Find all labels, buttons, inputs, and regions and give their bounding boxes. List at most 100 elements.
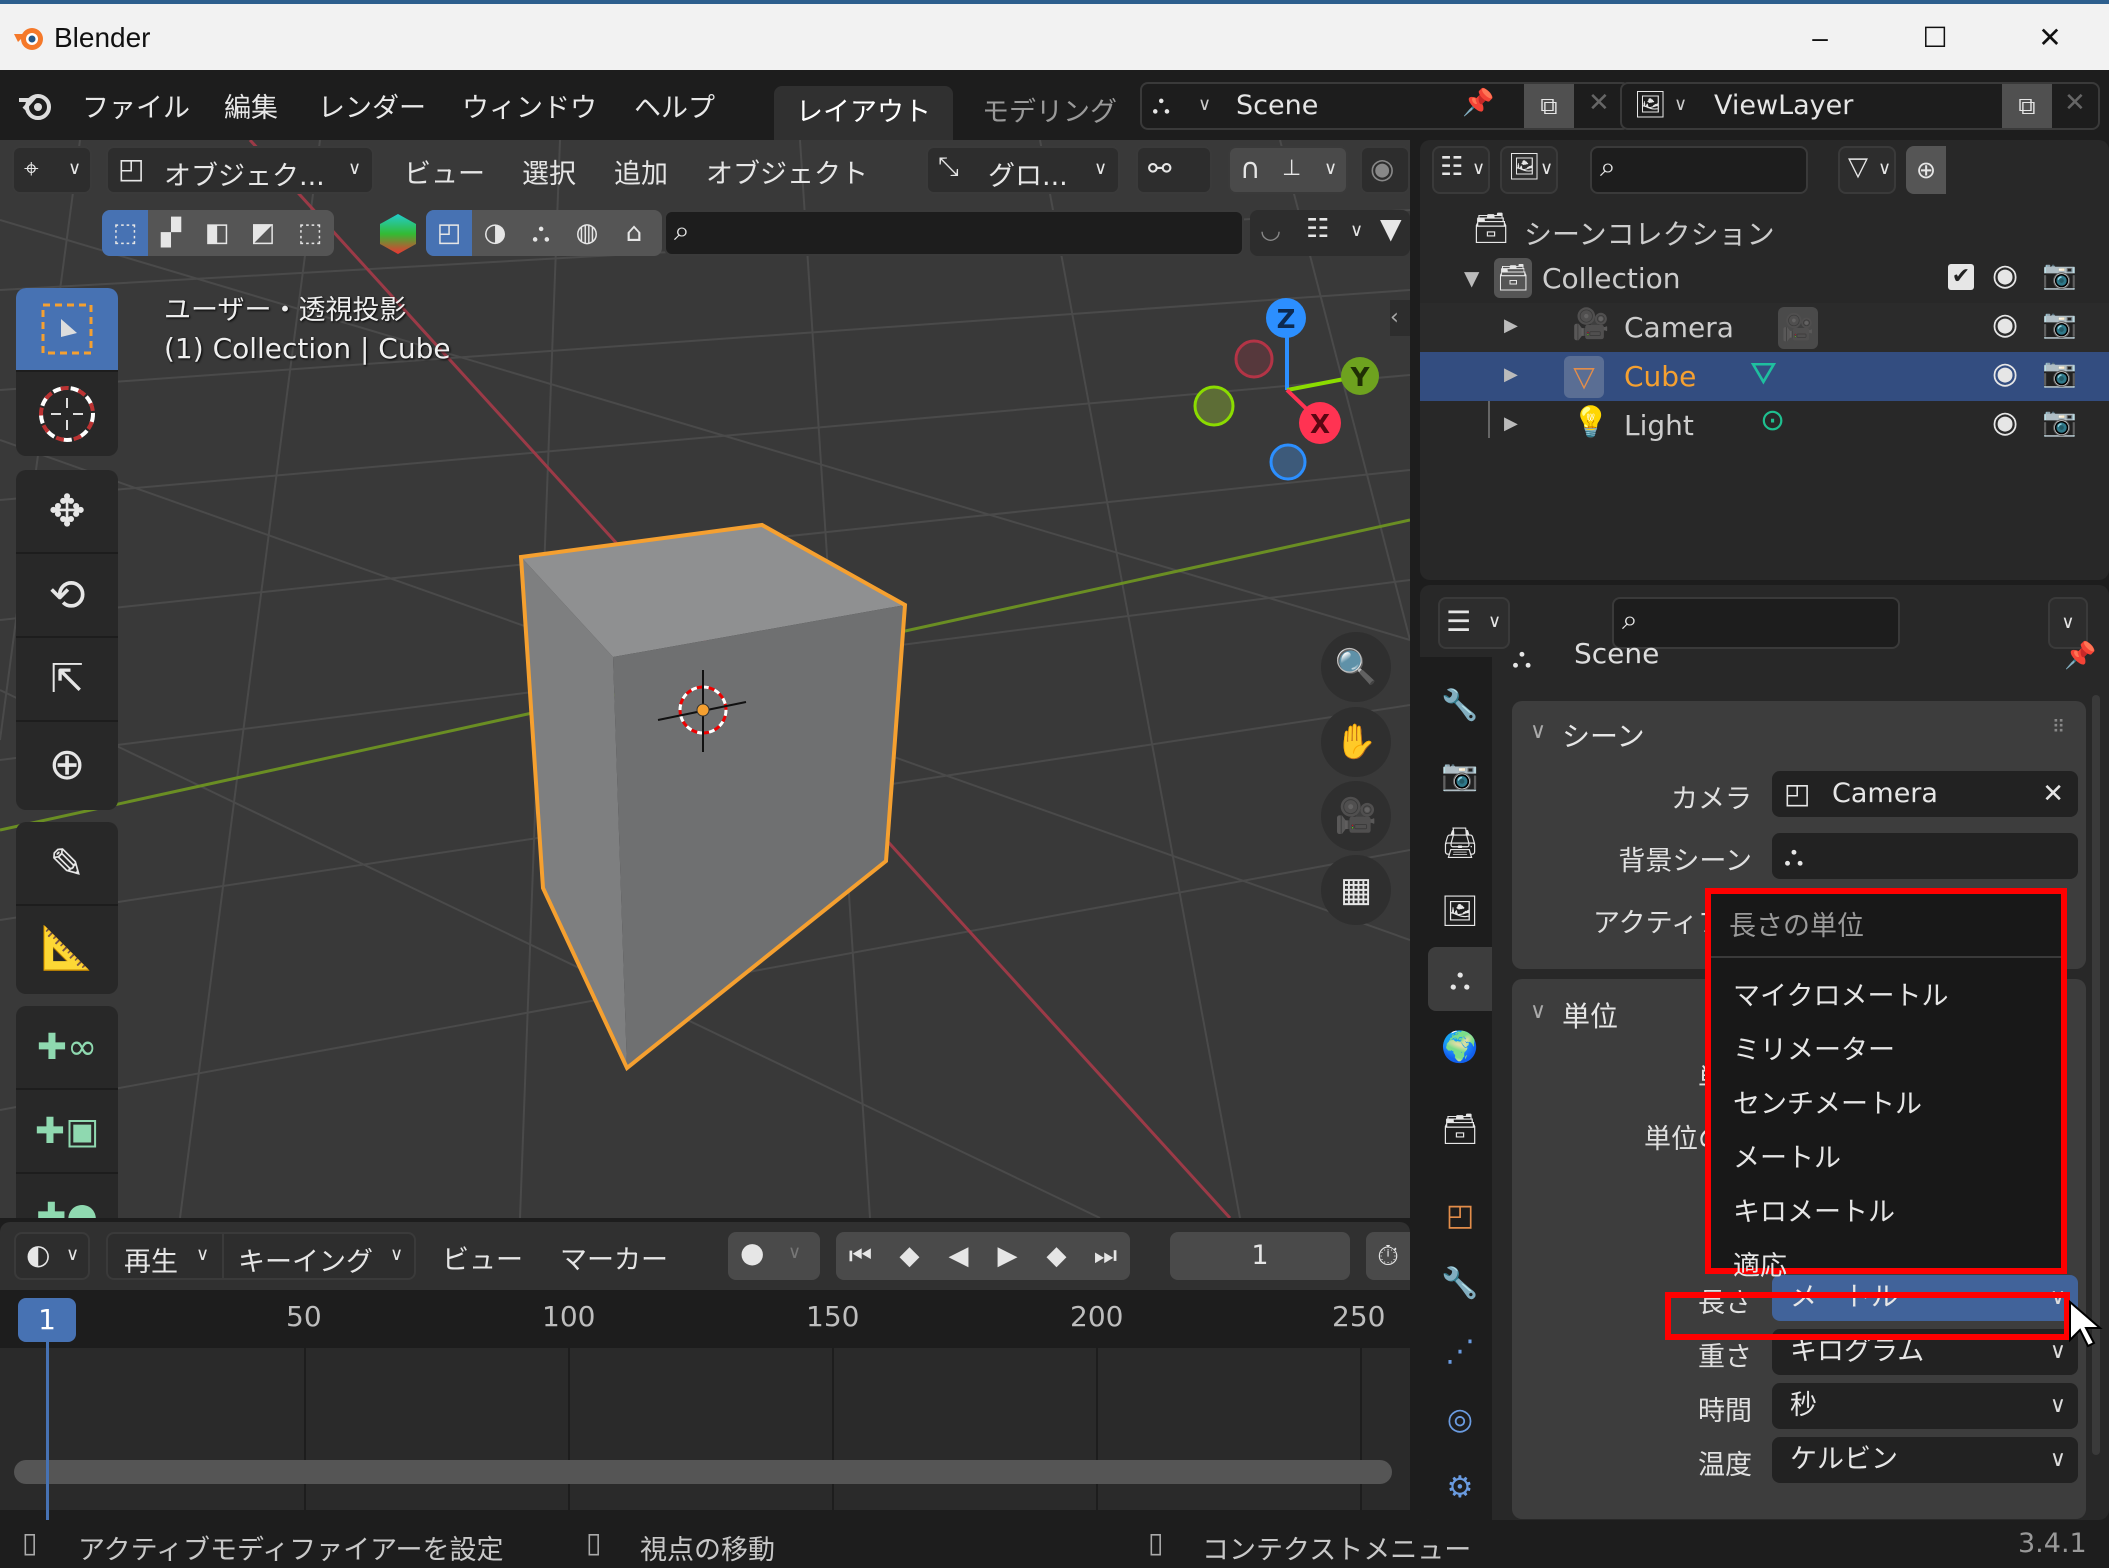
annotate-tool[interactable]: ✎	[16, 822, 118, 906]
next-keyframe-button[interactable]: ◆	[1032, 1232, 1081, 1280]
new-collection-icon[interactable]: ⊕	[1906, 146, 1946, 194]
timeline-ruler[interactable]: 1	[0, 1290, 1410, 1348]
timeline-scrollbar[interactable]	[14, 1460, 1392, 1484]
timeline-editor-type-button[interactable]: ◐ ∨	[14, 1232, 90, 1280]
tab-object[interactable]: ◰	[1428, 1183, 1492, 1247]
duplicate-view-layer-icon[interactable]: ⧉	[2002, 84, 2052, 128]
maximize-button[interactable]: ☐	[1905, 18, 1965, 58]
menu-timeline-view[interactable]: ビュー	[442, 1238, 523, 1277]
collapse-icon[interactable]: ∨	[1530, 999, 1546, 1024]
measure-tool[interactable]: 📐	[16, 906, 118, 990]
light-data-icon[interactable]: ⊙	[1760, 403, 1785, 438]
dropdown-option-meter[interactable]: メートル	[1733, 1136, 1841, 1175]
scene-name[interactable]: Scene	[1236, 90, 1318, 121]
display-mode-button[interactable]: 🖼 ∨	[1500, 146, 1558, 194]
restrict-toggle-icon[interactable]: ◡	[1260, 216, 1281, 244]
scene-filter-icon[interactable]: ⛬	[518, 210, 564, 256]
snap-toggle[interactable]: ∩ ⊥ ∨	[1228, 146, 1348, 194]
drag-handle-icon[interactable]: ⠿	[2052, 717, 2065, 738]
brush-filter-icon[interactable]: ⌂	[610, 210, 658, 256]
tab-modeling[interactable]: モデリング	[960, 86, 1139, 140]
dropdown-option-centimeter[interactable]: センチメートル	[1733, 1082, 1922, 1121]
zoom-view-button[interactable]: 🔍	[1321, 632, 1391, 702]
tab-view-layer[interactable]: 🖼	[1428, 879, 1492, 943]
select-subtract-icon[interactable]: ◧	[194, 210, 240, 256]
pin-icon[interactable]: 📌	[1462, 88, 1494, 118]
add-sphere-tool[interactable]: ✚◓	[16, 1174, 118, 1219]
select-box-tool[interactable]	[16, 288, 118, 372]
dropdown-option-micrometer[interactable]: マイクロメートル	[1733, 974, 1948, 1013]
add-cube-tool[interactable]: ✚▣	[16, 1090, 118, 1174]
render-camera-icon[interactable]: 📷	[2042, 307, 2077, 340]
stopwatch-icon[interactable]: ⏱	[1366, 1232, 1410, 1280]
tab-collection[interactable]: 🗃	[1428, 1097, 1492, 1161]
delete-scene-icon[interactable]: ✕	[1588, 88, 1610, 118]
jump-start-button[interactable]: ⏮	[836, 1232, 885, 1280]
expand-right-icon[interactable]: ▶	[1504, 413, 1518, 434]
menu-edit[interactable]: 編集	[224, 86, 278, 125]
tab-output[interactable]: 🖨	[1428, 811, 1492, 875]
menu-add[interactable]: 追加	[614, 152, 668, 191]
play-reverse-button[interactable]: ◀	[934, 1232, 983, 1280]
proportional-edit-toggle[interactable]: ◉	[1360, 146, 1410, 194]
scale-tool[interactable]: ⇱	[16, 638, 118, 722]
time-unit-select[interactable]: 秒 ∨	[1772, 1383, 2078, 1429]
dropdown-option-adaptive[interactable]: 適応	[1733, 1244, 1787, 1283]
filter-options-group[interactable]: ◡ ☷ ∨ ▼	[1250, 210, 1410, 256]
menu-view[interactable]: ビュー	[404, 152, 485, 191]
mode-selector[interactable]: ◰ オブジェク... ∨	[106, 146, 374, 194]
menu-file[interactable]: ファイル	[82, 86, 190, 125]
view-layer-selector[interactable]: 🖼 ∨ ViewLayer ⧉ ✕	[1620, 82, 2100, 130]
camera-field[interactable]: ◰ Camera ✕	[1772, 771, 2078, 817]
tab-world[interactable]: 🌍	[1428, 1015, 1492, 1079]
clear-camera-icon[interactable]: ✕	[2042, 771, 2064, 817]
menu-playback[interactable]: 再生	[124, 1240, 178, 1279]
properties-editor-type-button[interactable]: ☰ ∨	[1438, 597, 1510, 649]
select-invert-icon[interactable]: ◩	[240, 210, 286, 256]
sidebar-toggle-icon[interactable]: ‹	[1390, 300, 1410, 336]
menu-render[interactable]: レンダー	[318, 86, 426, 125]
menu-select[interactable]: 選択	[522, 152, 576, 191]
scene-selector[interactable]: ⛬ ∨ Scene 📌 ⧉ ✕	[1140, 82, 1630, 130]
tab-physics[interactable]: ◎	[1428, 1387, 1492, 1451]
timeline-editor[interactable]: ◐ ∨ 再生 ∨ キーイング ∨ ビュー マーカー ● ∨ ⏮ ◆ ◀ ▶ ◆ …	[0, 1222, 1410, 1520]
cursor-tool[interactable]	[16, 372, 118, 456]
expand-right-icon[interactable]: ▶	[1504, 364, 1518, 385]
menu-window[interactable]: ウィンドウ	[462, 86, 597, 125]
exclude-checkbox[interactable]: ✔	[1948, 264, 1974, 290]
eye-icon[interactable]: ◉	[1992, 356, 2018, 391]
object-filter-icon[interactable]: ◰	[426, 210, 472, 256]
collapse-icon[interactable]: ∨	[1530, 719, 1546, 744]
timeline-track-area[interactable]	[0, 1348, 1410, 1510]
expand-right-icon[interactable]: ▶	[1504, 315, 1518, 336]
select-intersect-icon[interactable]: ⬚	[286, 210, 334, 256]
add-plane-tool[interactable]: ✚∞	[16, 1006, 118, 1090]
blender-menu-icon[interactable]	[16, 88, 54, 122]
pin-icon[interactable]: 📌	[2064, 641, 2096, 671]
editor-type-button[interactable]: ⌖ ∨	[12, 146, 92, 194]
minimize-button[interactable]: –	[1790, 18, 1850, 58]
tab-particles[interactable]: ⋰	[1428, 1319, 1492, 1383]
tab-scene[interactable]: ⛬	[1428, 947, 1492, 1011]
pan-view-button[interactable]: ✋	[1321, 707, 1391, 777]
render-camera-icon[interactable]: 📷	[2042, 258, 2077, 291]
current-frame-field[interactable]: 1	[1170, 1232, 1350, 1280]
select-extend-icon[interactable]: ▞	[148, 210, 194, 256]
jump-end-button[interactable]: ⏭	[1081, 1232, 1130, 1280]
pivot-point-button[interactable]: ⚯	[1136, 146, 1212, 194]
render-camera-icon[interactable]: 📷	[2042, 405, 2077, 438]
tab-render[interactable]: 📷	[1428, 743, 1492, 807]
expand-down-icon[interactable]: ▼	[1464, 266, 1479, 290]
tab-modifiers[interactable]: 🔧	[1428, 1251, 1492, 1315]
outliner-display-icon[interactable]: ☷	[1306, 214, 1329, 244]
ortho-toggle-button[interactable]: ▦	[1321, 855, 1391, 925]
outliner-filter-button[interactable]: ▽ ∨	[1838, 146, 1896, 194]
prev-keyframe-button[interactable]: ◆	[885, 1232, 934, 1280]
outliner-editor-type-button[interactable]: ☷ ∨	[1432, 146, 1490, 194]
tab-layout[interactable]: レイアウト	[774, 86, 953, 140]
outliner-item-cube[interactable]: ▶ ▽ Cube ⛛ ◉ 📷	[1420, 352, 2109, 401]
camera-view-button[interactable]: 🎥	[1321, 781, 1391, 851]
auto-keying-toggle[interactable]: ● ∨	[728, 1232, 820, 1280]
play-button[interactable]: ▶	[983, 1232, 1032, 1280]
3d-viewport[interactable]: ⌖ ∨ ◰ オブジェク... ∨ ビュー 選択 追加 オブジェクト ⤡ グロ..…	[0, 140, 1410, 1218]
